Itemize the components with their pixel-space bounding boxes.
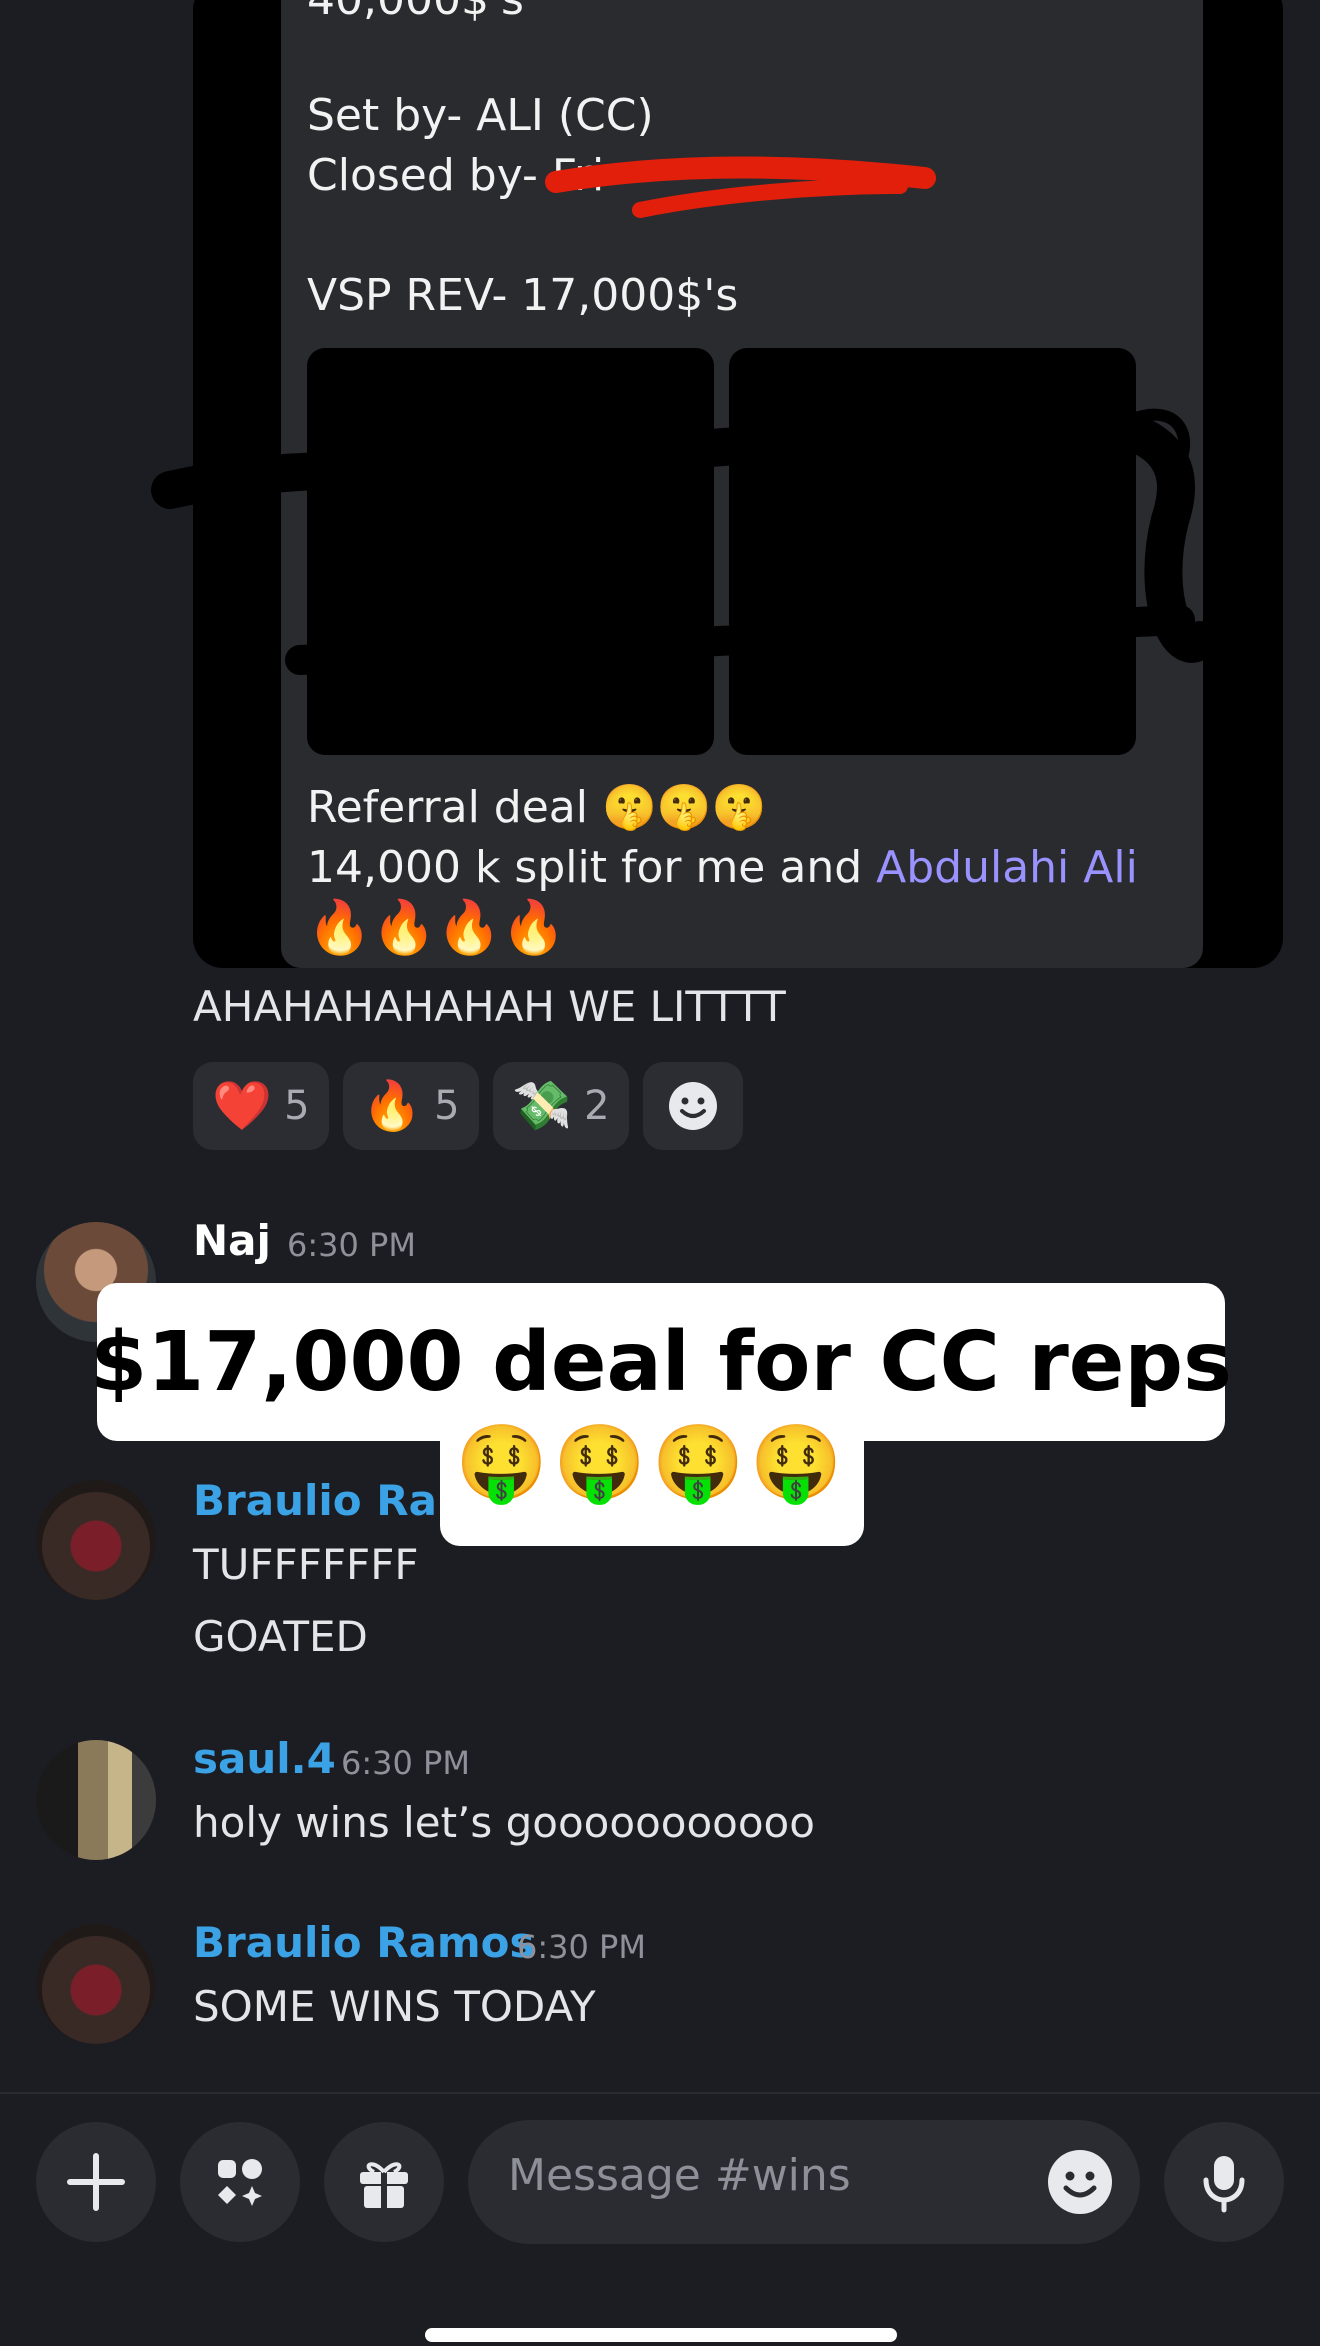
gift-icon [360,2162,408,2208]
caption-line-1: $17,000 deal for CC reps [90,1283,1232,1441]
voice-message-button[interactable] [1164,2122,1284,2242]
message-text: SOME WINS TODAY [193,1982,596,2031]
reaction-count: 2 [584,1083,610,1129]
embed-vsp-rev: VSP REV- 17,000$'s [307,270,739,321]
plus-icon [67,2153,125,2211]
mention-abdulahi-ali[interactable]: Abdulahi Ali [876,842,1138,893]
microphone-icon [1203,2156,1245,2213]
username-saul[interactable]: saul.4 [193,1734,336,1783]
embed-split-text: 14,000 k split for me and [307,842,877,893]
username-naj[interactable]: Naj [193,1216,271,1265]
username-braulio-ramos[interactable]: Braulio Ramos [193,1918,535,1967]
timestamp: 6:30 PM [517,1928,646,1966]
embed-set-by: Set by- ALI (CC) [307,90,654,141]
emoji-icon [1048,2150,1112,2214]
embed-closed-by: Closed by- Fri [307,150,605,201]
divider [0,2092,1320,2094]
gift-button[interactable] [324,2122,444,2242]
caption-line-2: 🤑🤑🤑🤑 [440,1420,864,1546]
heart-emoji: ❤️ [212,1078,273,1134]
message-text: holy wins let’s gooooooooooo [193,1798,815,1847]
add-reaction-button[interactable] [643,1062,743,1150]
embed-line-top: 40,000$'s [307,0,524,30]
message-text: GOATED [193,1612,368,1661]
message-placeholder: Message #wins [508,2150,851,2201]
embed-split: 14,000 k split for me and Abdulahi Ali [307,838,1138,898]
reaction-count: 5 [434,1083,460,1129]
reaction-money[interactable]: 💸 2 [493,1062,629,1150]
add-attachment-button[interactable] [36,2122,156,2242]
message-text: TUFFFFFFF [193,1540,419,1589]
reaction-fire[interactable]: 🔥 5 [343,1062,479,1150]
username-braulio[interactable]: Braulio Ram [193,1476,481,1525]
apps-icon [218,2159,262,2206]
reaction-heart[interactable]: ❤️ 5 [193,1062,329,1150]
timestamp: 6:30 PM [287,1226,416,1264]
money-with-wings-emoji: 💸 [512,1078,573,1134]
fire-emoji: 🔥 [362,1078,423,1134]
timestamp: 6:30 PM [341,1744,470,1782]
redacted-image-left [307,348,714,755]
apps-button[interactable] [180,2122,300,2242]
message-text: AHAHAHAHAHAH WE LITTTT [193,982,786,1031]
avatar-saul[interactable] [36,1740,156,1860]
redacted-image-right [729,348,1136,755]
embed-fire-line: 🔥🔥🔥🔥 [307,898,566,958]
avatar-braulio-ramos[interactable] [36,1924,156,2044]
add-reaction-icon [669,1082,717,1130]
emoji-button[interactable] [1046,2148,1114,2220]
home-indicator[interactable] [425,2328,897,2342]
embed-referral: Referral deal 🤫🤫🤫 [307,782,767,833]
money-mouth-emojis: 🤑🤑🤑🤑 [455,1420,849,1506]
avatar-braulio[interactable] [36,1480,156,1600]
reaction-count: 5 [284,1083,310,1129]
